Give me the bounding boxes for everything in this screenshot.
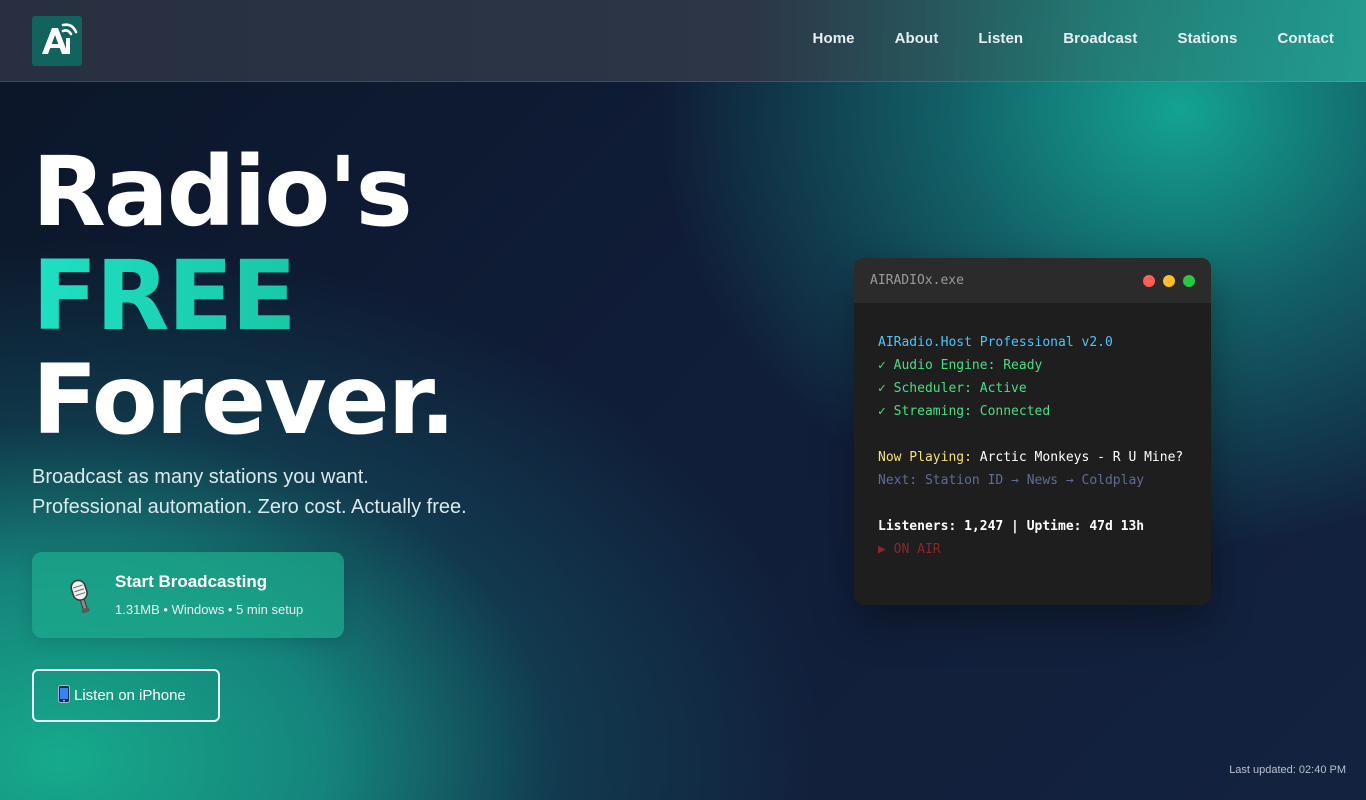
main-nav: Home About Listen Broadcast Stations Con… <box>813 30 1334 47</box>
hero-title-accent: FREE <box>32 244 454 348</box>
terminal-product-line: AIRadio.Host Professional v2.0 <box>878 335 1113 350</box>
close-window-dot[interactable] <box>1143 275 1155 287</box>
hero-title-line-3: Forever. <box>32 344 456 456</box>
nav-link-listen[interactable]: Listen <box>978 30 1023 47</box>
top-navbar: Home About Listen Broadcast Stations Con… <box>0 0 1366 82</box>
hero-subtitle-line-1: Broadcast as many stations you want. <box>32 466 369 488</box>
nav-link-about[interactable]: About <box>895 30 939 47</box>
hero-title-line-1: Radio's <box>32 136 413 248</box>
site-logo[interactable] <box>32 16 82 66</box>
terminal-output: AIRadio.Host Professional v2.0 ✓ Audio E… <box>878 331 1183 561</box>
minimize-window-dot[interactable] <box>1163 275 1175 287</box>
terminal-title-bar: AIRADIOx.exe <box>854 258 1211 303</box>
terminal-stats-line: Listeners: 1,247 | Uptime: 47d 13h <box>878 519 1145 534</box>
airadio-logo-icon <box>42 23 78 54</box>
hero-subtitle-line-2: Professional automation. Zero cost. Actu… <box>32 496 467 518</box>
on-air-status: ▶ ON AIR <box>878 542 941 557</box>
microphone-icon <box>66 578 96 621</box>
nav-link-stations[interactable]: Stations <box>1177 30 1237 47</box>
start-broadcasting-title: Start Broadcasting <box>115 572 268 591</box>
now-playing-value: Arctic Monkeys - R U Mine? <box>971 450 1184 465</box>
download-meta: 1.31MB • Windows • 5 min setup <box>115 602 304 617</box>
terminal-check-streaming: ✓ Streaming: Connected <box>878 404 1051 419</box>
terminal-window: AIRADIOx.exe AIRadio.Host Professional v… <box>854 258 1211 605</box>
start-broadcasting-button[interactable]: Start Broadcasting 1.31MB • Windows • 5 … <box>32 552 344 638</box>
terminal-now-playing: Now Playing: Arctic Monkeys - R U Mine? <box>878 446 1183 469</box>
hero-subtitle: Broadcast as many stations you want. Pro… <box>32 462 467 522</box>
mobile-phone-icon <box>58 684 70 707</box>
terminal-check-audio: ✓ Audio Engine: Ready <box>878 358 1043 373</box>
nav-link-contact[interactable]: Contact <box>1277 30 1334 47</box>
listen-on-iphone-button[interactable]: Listen on iPhone <box>32 669 220 722</box>
terminal-next-line: Next: Station ID → News → Coldplay <box>878 473 1145 488</box>
last-updated-text: Last updated: 02:40 PM <box>1229 764 1346 776</box>
maximize-window-dot[interactable] <box>1183 275 1195 287</box>
nav-link-home[interactable]: Home <box>813 30 855 47</box>
terminal-title: AIRADIOx.exe <box>870 273 964 288</box>
terminal-check-scheduler: ✓ Scheduler: Active <box>878 381 1027 396</box>
nav-link-broadcast[interactable]: Broadcast <box>1063 30 1137 47</box>
now-playing-label: Now Playing: <box>878 450 972 465</box>
hero-title: Radio's FREE Forever. <box>32 136 456 456</box>
listen-on-iphone-label: Listen on iPhone <box>74 687 186 704</box>
